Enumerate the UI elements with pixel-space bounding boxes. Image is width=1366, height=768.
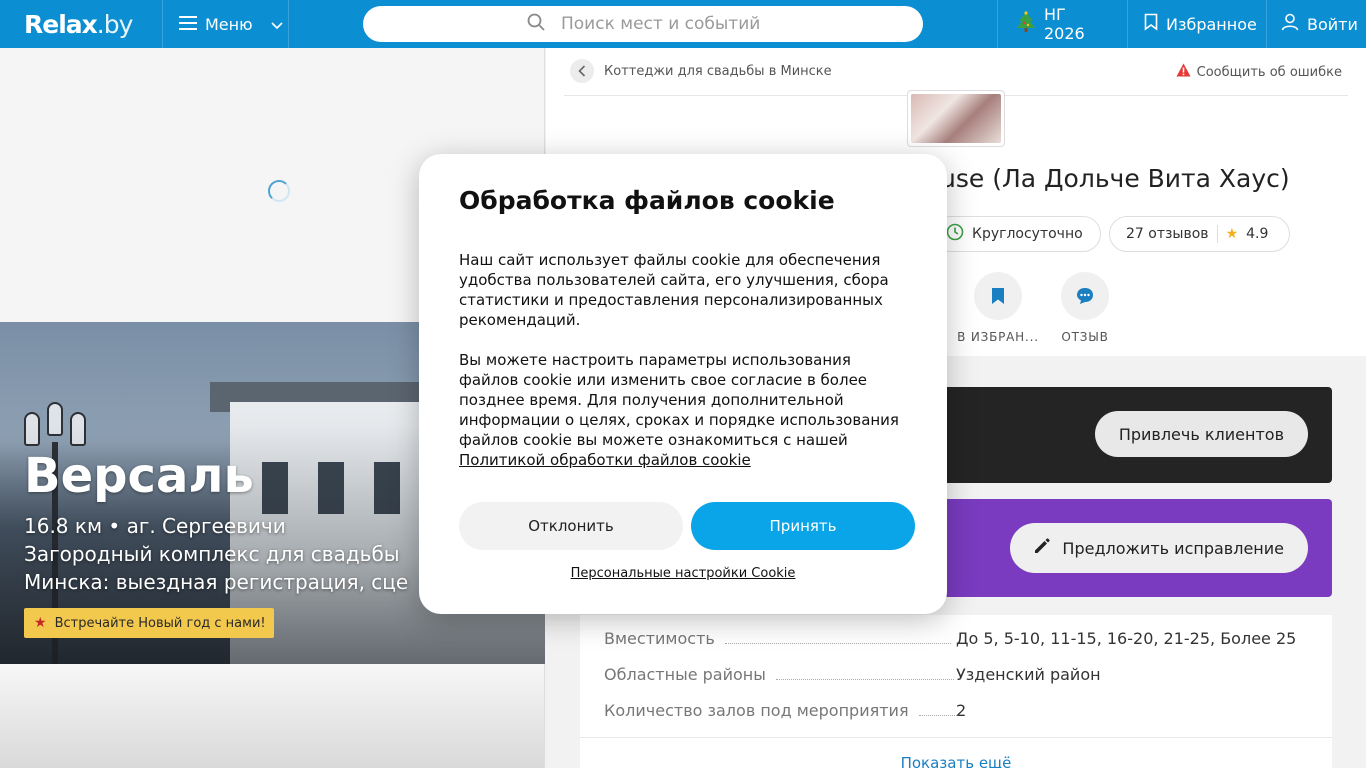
cookie-consent-dialog: Обработка файлов cookie Наш сайт использ… xyxy=(419,154,947,614)
cookie-settings-link[interactable]: Персональные настройки Cookie xyxy=(419,566,947,581)
cookie-paragraph-2-text: Вы можете настроить параметры использова… xyxy=(459,351,899,449)
cookie-paragraph-1: Наш сайт использует файлы cookie для обе… xyxy=(459,251,889,329)
cookie-paragraph-2: Вы можете настроить параметры использова… xyxy=(459,350,911,470)
cookie-dialog-body: Наш сайт использует файлы cookie для обе… xyxy=(459,250,911,470)
accept-button[interactable]: Принять xyxy=(691,502,915,550)
cookie-policy-link[interactable]: Политикой обработки файлов cookie xyxy=(459,451,751,469)
cookie-dialog-title: Обработка файлов cookie xyxy=(459,186,835,215)
decline-button[interactable]: Отклонить xyxy=(459,502,683,550)
